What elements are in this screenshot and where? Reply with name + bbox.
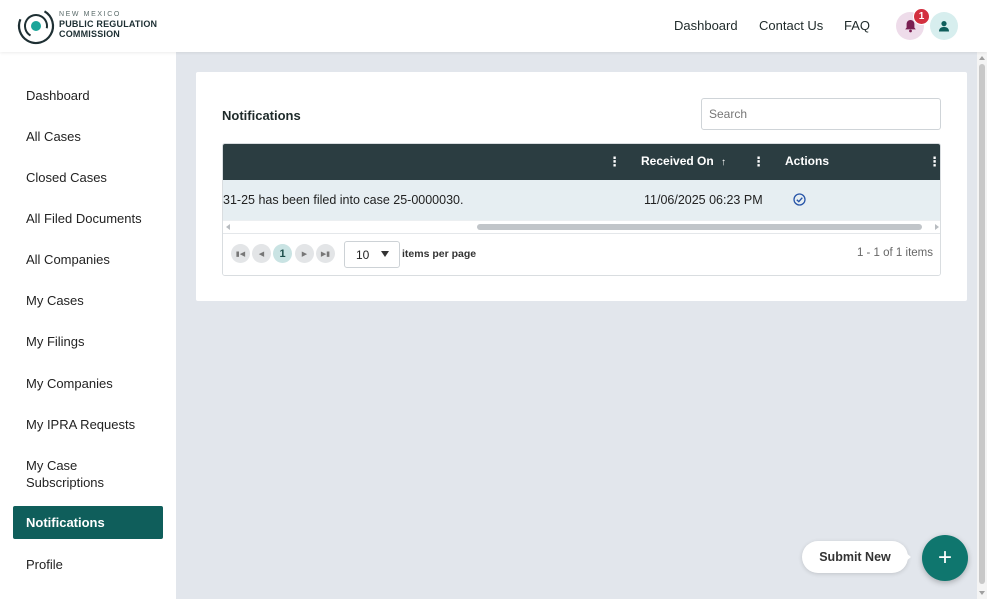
scroll-left-icon[interactable] bbox=[226, 224, 230, 230]
tooltip-pointer bbox=[905, 552, 911, 562]
table-row[interactable]: 31-25 has been filed into case 25-000003… bbox=[223, 180, 940, 220]
nav-dashboard-link[interactable]: Dashboard bbox=[674, 18, 738, 33]
page-scrollbar-thumb[interactable] bbox=[979, 64, 985, 584]
dropdown-caret-icon bbox=[381, 251, 389, 257]
user-icon bbox=[939, 21, 949, 32]
notification-message: 31-25 has been filed into case 25-000003… bbox=[223, 193, 464, 207]
page-size-label: items per page bbox=[402, 248, 477, 260]
user-menu-button[interactable] bbox=[930, 12, 958, 40]
actions-menu-kebab-icon[interactable]: ⋮ bbox=[928, 154, 940, 169]
brand-wordmark: NEW MEXICO PUBLIC REGULATION COMMISSION bbox=[59, 11, 157, 39]
scrollbar-thumb[interactable] bbox=[477, 224, 922, 230]
sidebar-item-my-ipra-requests[interactable]: My IPRA Requests bbox=[13, 416, 163, 433]
brand-line-commission: COMMISSION bbox=[59, 29, 121, 39]
scroll-down-icon[interactable] bbox=[979, 591, 985, 595]
column-label-received-on: Received On bbox=[641, 154, 714, 168]
notification-received-on: 11/06/2025 06:23 PM bbox=[644, 193, 763, 207]
sidebar-item-all-filed-documents[interactable]: All Filed Documents bbox=[13, 210, 163, 227]
sidebar-item-closed-cases[interactable]: Closed Cases bbox=[13, 169, 163, 186]
scroll-up-icon[interactable] bbox=[979, 56, 985, 60]
first-page-icon[interactable]: ▮◀ bbox=[231, 244, 250, 263]
pager-info: 1 - 1 of 1 items bbox=[856, 247, 933, 259]
grid-header: ⋮ Received On ↑ ⋮ Actions ⋮ bbox=[223, 144, 940, 180]
sort-ascending-icon: ↑ bbox=[721, 157, 727, 168]
brand-line-name: PUBLIC REGULATION bbox=[59, 19, 158, 29]
search-input[interactable] bbox=[701, 98, 941, 130]
page-size-value: 10 bbox=[356, 247, 370, 262]
plus-icon: + bbox=[937, 544, 952, 571]
notifications-card: Notifications ⋮ Received On ↑ ⋮ Actions … bbox=[196, 72, 967, 301]
sidebar-item-my-filings[interactable]: My Filings bbox=[13, 333, 163, 350]
page-size-select[interactable]: 10 bbox=[344, 241, 400, 268]
submit-new-label-button[interactable]: Submit New bbox=[802, 541, 908, 573]
notifications-grid: ⋮ Received On ↑ ⋮ Actions ⋮ 31-25 has be… bbox=[222, 143, 941, 276]
nav-contact-us-link[interactable]: Contact Us bbox=[759, 18, 823, 33]
check-circle-icon[interactable] bbox=[793, 193, 806, 206]
sidebar-item-my-case-subscriptions[interactable]: My Case Subscriptions bbox=[13, 457, 133, 491]
column-header-actions: Actions bbox=[785, 154, 830, 168]
sidebar-item-my-companies[interactable]: My Companies bbox=[13, 375, 163, 392]
sidebar-item-notifications[interactable]: Notifications bbox=[13, 506, 163, 539]
received-on-menu-kebab-icon[interactable]: ⋮ bbox=[752, 154, 765, 169]
page-vertical-scrollbar[interactable] bbox=[977, 52, 987, 599]
next-page-icon[interactable]: ▶ bbox=[295, 244, 314, 263]
column-menu-kebab-icon[interactable]: ⋮ bbox=[608, 154, 621, 169]
brand-line-state: NEW MEXICO bbox=[59, 11, 121, 18]
sidebar: Dashboard All Cases Closed Cases All Fil… bbox=[0, 52, 176, 599]
sidebar-item-profile[interactable]: Profile bbox=[13, 556, 163, 573]
page-number-button[interactable]: 1 bbox=[273, 244, 292, 263]
sidebar-item-all-cases[interactable]: All Cases bbox=[13, 128, 163, 145]
scroll-right-icon[interactable] bbox=[935, 224, 939, 230]
sidebar-item-dashboard[interactable]: Dashboard bbox=[13, 87, 163, 104]
sidebar-item-all-companies[interactable]: All Companies bbox=[13, 251, 163, 268]
page-title: Notifications bbox=[222, 108, 301, 123]
prc-logo[interactable] bbox=[16, 6, 56, 46]
grid-horizontal-scrollbar[interactable] bbox=[223, 220, 940, 232]
submit-new-fab-button[interactable]: + bbox=[922, 535, 968, 581]
sidebar-item-my-cases[interactable]: My Cases bbox=[13, 292, 163, 309]
column-header-received-on[interactable]: Received On ↑ bbox=[641, 154, 726, 170]
nav-faq-link[interactable]: FAQ bbox=[844, 18, 870, 33]
notification-count-badge: 1 bbox=[913, 8, 930, 25]
previous-page-icon[interactable]: ◀ bbox=[252, 244, 271, 263]
grid-pager: ▮◀ ◀ 1 ▶ ▶▮ 10 items per page 1 - 1 of 1… bbox=[223, 233, 940, 275]
top-header: NEW MEXICO PUBLIC REGULATION COMMISSION … bbox=[0, 0, 987, 52]
last-page-icon[interactable]: ▶▮ bbox=[316, 244, 335, 263]
